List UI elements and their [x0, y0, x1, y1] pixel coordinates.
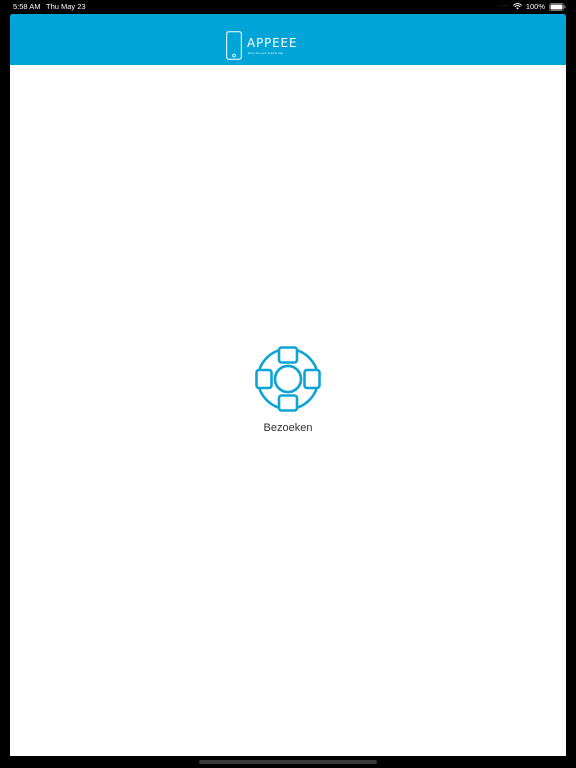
battery-percentage: 100% — [525, 2, 545, 11]
logo-title: APPEEE — [247, 36, 298, 50]
status-date: Thu May 23 — [46, 2, 86, 11]
signal-indicator: ···· — [498, 3, 509, 9]
phone-outline-icon — [226, 31, 242, 60]
status-time: 5:58 AM — [13, 2, 41, 11]
status-bar: 5:58 AM Thu May 23 ···· 100% — [0, 0, 576, 13]
battery-icon — [549, 2, 566, 11]
tile-bezoeken[interactable]: Bezoeken — [246, 346, 330, 435]
app-header: APPEEE Meer dan een Sociale App — [10, 14, 566, 65]
lifebuoy-icon — [255, 346, 321, 412]
status-indicators: ···· 100% — [499, 0, 566, 13]
logo-tagline: Meer dan een Sociale App — [248, 52, 284, 55]
wifi-icon — [512, 3, 522, 10]
app-window: APPEEE Meer dan een Sociale App Bezoeken — [10, 14, 566, 756]
home-indicator[interactable] — [199, 760, 377, 764]
tile-label: Bezoeken — [263, 422, 313, 434]
app-logo: APPEEE Meer dan een Sociale App — [226, 31, 298, 63]
